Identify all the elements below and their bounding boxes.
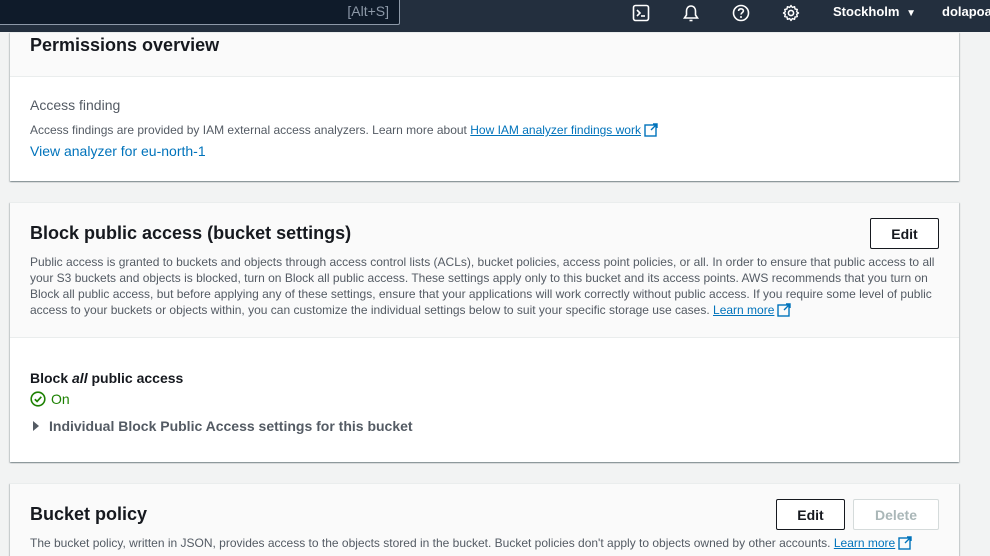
view-analyzer-link[interactable]: View analyzer for eu-north-1 xyxy=(30,143,206,159)
caret-right-icon xyxy=(33,421,39,431)
gear-icon[interactable] xyxy=(780,2,802,24)
label-suffix: public access xyxy=(87,370,184,386)
bell-icon[interactable] xyxy=(680,2,702,24)
page-title: Permissions overview xyxy=(30,35,220,55)
expander-label: Individual Block Public Access settings … xyxy=(49,418,413,434)
block-public-access-description: Public access is granted to buckets and … xyxy=(30,254,942,318)
status-text: On xyxy=(51,391,70,407)
bucket-policy-description: The bucket policy, written in JSON, prov… xyxy=(30,535,912,551)
external-link-icon xyxy=(898,536,912,550)
account-username: dolapoaj xyxy=(942,4,990,19)
search-shortcut-hint: [Alt+S] xyxy=(347,3,389,19)
learn-more-link[interactable]: Learn more xyxy=(713,303,774,317)
description-text: Public access is granted to buckets and … xyxy=(30,255,935,317)
edit-block-public-access-button[interactable]: Edit xyxy=(870,218,939,249)
region-label: Stockholm xyxy=(833,4,900,19)
permissions-overview-panel: Permissions overview Access finding Acce… xyxy=(10,32,959,181)
block-all-public-access-label: Block all public access xyxy=(30,370,183,386)
description-text: The bucket policy, written in JSON, prov… xyxy=(30,536,831,550)
bucket-policy-panel: Bucket policy Edit Delete The bucket pol… xyxy=(10,483,959,556)
learn-more-link[interactable]: Learn more xyxy=(834,536,895,550)
section-title: Block public access (bucket settings) xyxy=(30,223,352,243)
individual-settings-expander[interactable]: Individual Block Public Access settings … xyxy=(30,418,413,434)
account-menu[interactable]: dolapoaj xyxy=(942,4,990,19)
search-input[interactable]: [Alt+S] xyxy=(0,0,400,25)
chevron-down-icon: ▼ xyxy=(906,8,916,19)
check-circle-icon xyxy=(30,391,46,407)
external-link-icon xyxy=(644,123,658,137)
cloudshell-icon[interactable] xyxy=(630,2,652,24)
edit-bucket-policy-button[interactable]: Edit xyxy=(776,499,845,530)
top-navigation-bar: [Alt+S] Stockholm ▼ dolapoaj xyxy=(0,0,990,32)
help-icon[interactable] xyxy=(730,2,752,24)
access-finding-label: Access finding xyxy=(30,97,121,113)
external-link-icon xyxy=(777,303,792,317)
status-badge: On xyxy=(30,391,70,407)
region-selector[interactable]: Stockholm ▼ xyxy=(833,4,916,19)
access-finding-description: Access findings are provided by IAM exte… xyxy=(30,122,658,138)
label-emphasis: all xyxy=(72,370,88,386)
section-title: Bucket policy xyxy=(30,504,148,524)
access-finding-text: Access findings are provided by IAM exte… xyxy=(30,123,471,137)
block-public-access-panel: Block public access (bucket settings) Ed… xyxy=(10,202,959,462)
label-prefix: Block xyxy=(30,370,73,386)
delete-bucket-policy-button[interactable]: Delete xyxy=(853,499,939,530)
iam-analyzer-findings-link[interactable]: How IAM analyzer findings work xyxy=(470,123,641,137)
